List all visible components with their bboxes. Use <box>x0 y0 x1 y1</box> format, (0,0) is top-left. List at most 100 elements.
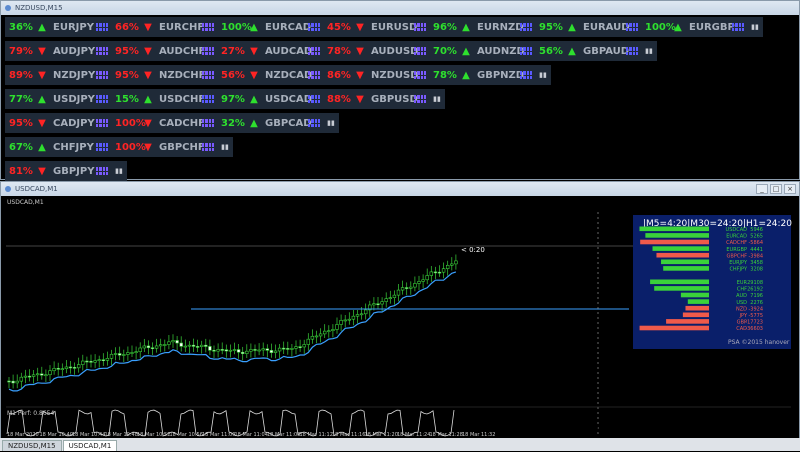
pair-cell[interactable]: 86% ▼ NZDUSD <box>323 70 429 81</box>
pair-cell[interactable]: 89% ▼ NZDJPY <box>5 70 111 81</box>
pair-symbol: USDCAD <box>265 93 313 105</box>
candle-body <box>23 375 28 378</box>
pair-cell[interactable]: 56% ▼ NZDCAD <box>217 70 323 81</box>
bars-icon[interactable]: ▮▮ <box>535 68 551 82</box>
pair-cell[interactable]: 97% ▲ USDCAD <box>217 94 323 105</box>
candle-body <box>171 340 175 343</box>
strength-value: -36603 <box>745 326 763 332</box>
bars-icon[interactable]: ▮▮ <box>323 116 339 130</box>
maximize-button[interactable]: □ <box>770 184 782 194</box>
candle-body <box>200 344 204 347</box>
strength-value: 4441 <box>750 247 763 253</box>
candle-body <box>109 353 114 359</box>
arrow-up-icon: ▲ <box>568 45 576 57</box>
grid-icon <box>202 47 214 55</box>
candle-body <box>35 373 40 376</box>
pair-symbol: EURCHF <box>159 21 205 33</box>
pair-cell[interactable]: 95% ▼ AUDCHF <box>111 46 217 57</box>
pair-cell[interactable]: 78% ▼ AUDUSD <box>323 46 429 57</box>
candle-body <box>384 298 388 302</box>
pair-symbol: AUDCHF <box>159 45 206 57</box>
arrow-down-icon: ▼ <box>38 117 46 129</box>
pair-cell[interactable]: 36% ▲ EURJPY <box>5 22 111 33</box>
grid-icon <box>520 47 532 55</box>
pair-cell[interactable]: 100% ▼ CADCHF <box>111 118 217 129</box>
heatmap-window-titlebar[interactable]: NZDUSD,M15 <box>1 1 799 15</box>
tab-nzdusd-m15[interactable]: NZDUSD,M15 <box>2 440 62 451</box>
candle-body <box>150 347 155 349</box>
strength-label: EURCAD <box>726 234 747 240</box>
pair-percent: 81% <box>9 165 33 177</box>
pair-percent: 97% <box>221 93 245 105</box>
bars-icon[interactable]: ▮▮ <box>641 44 657 58</box>
pair-cell[interactable]: 56% ▲ GBPAUD <box>535 46 641 57</box>
candle-body <box>294 346 298 349</box>
candle-body <box>273 350 278 353</box>
pair-cell[interactable]: 95% ▼ NZDCHF <box>111 70 217 81</box>
pair-cell[interactable]: 66% ▼ EURCHF <box>111 22 217 33</box>
pair-percent: 77% <box>9 93 33 105</box>
pair-cell[interactable]: 100% ▲ EURGBP <box>641 22 747 33</box>
pair-cell[interactable]: 27% ▼ AUDCAD <box>217 46 323 57</box>
strength-bar <box>687 299 709 304</box>
bars-icon[interactable]: ▮▮ <box>747 20 763 34</box>
tab-usdcad-m1[interactable]: USDCAD,M1 <box>62 440 118 451</box>
pair-cell[interactable]: 100% ▲ EURCAD <box>217 22 323 33</box>
candle-body <box>68 366 73 369</box>
pair-cell[interactable]: 95% ▲ EURAUD <box>535 22 641 33</box>
pair-cell[interactable]: 15% ▲ USDCHF <box>111 94 217 105</box>
pair-cell[interactable]: 77% ▲ USDJPY <box>5 94 111 105</box>
candle-body <box>236 349 241 353</box>
arrow-down-icon: ▼ <box>356 93 364 105</box>
pair-percent: 56% <box>221 69 245 81</box>
candle-body <box>445 265 450 269</box>
pair-cell[interactable]: 79% ▼ AUDJPY <box>5 46 111 57</box>
candle-body <box>64 366 69 369</box>
grid-icon <box>520 71 532 79</box>
arrow-down-icon: ▼ <box>144 45 152 57</box>
pair-percent: 27% <box>221 45 245 57</box>
pair-cell[interactable]: 67% ▲ CHFJPY <box>5 142 111 153</box>
arrow-down-icon: ▼ <box>38 69 46 81</box>
candle-body <box>281 347 286 350</box>
candle-body <box>310 335 315 340</box>
pair-symbol: CHFJPY <box>53 141 94 153</box>
candle-body <box>335 324 339 330</box>
bars-icon[interactable]: ▮▮ <box>217 140 233 154</box>
pair-cell[interactable]: 95% ▼ CADJPY <box>5 118 111 129</box>
pair-percent: 95% <box>539 21 563 33</box>
pair-symbol: EURAUD <box>583 21 630 33</box>
chart-window-titlebar[interactable]: USDCAD,M1 _ □ × <box>1 182 799 196</box>
strength-bar <box>639 226 709 232</box>
pair-cell[interactable]: 100% ▼ GBPCHF <box>111 142 217 153</box>
grid-icon <box>96 47 108 55</box>
pair-cell[interactable]: 45% ▼ EURUSD <box>323 22 429 33</box>
bars-icon[interactable]: ▮▮ <box>111 164 127 178</box>
candle-body <box>72 367 77 369</box>
price-chart[interactable]: USDCAD,M1 < 0:20 M1 Perf: 0.8654 18 Mar … <box>1 196 799 438</box>
arrow-down-icon: ▼ <box>38 45 46 57</box>
pair-cell[interactable]: 96% ▲ EURNZD <box>429 22 535 33</box>
candle-body <box>118 353 122 356</box>
grid-icon <box>414 95 426 103</box>
candle-body <box>7 380 11 383</box>
candle-body <box>351 315 356 320</box>
grid-icon <box>96 167 108 175</box>
arrow-down-icon: ▼ <box>38 165 46 177</box>
close-button[interactable]: × <box>784 184 796 194</box>
minimize-button[interactable]: _ <box>756 184 768 194</box>
candle-body <box>85 360 89 363</box>
pair-cell[interactable]: 88% ▼ GBPUSD <box>323 94 429 105</box>
pair-cell[interactable]: 32% ▲ GBPCAD <box>217 118 323 129</box>
bars-icon[interactable]: ▮▮ <box>429 92 445 106</box>
strength-label: CHFJPY <box>729 267 748 273</box>
pair-cell[interactable]: 70% ▲ AUDNZD <box>429 46 535 57</box>
pair-cell[interactable]: 78% ▲ GBPNZD <box>429 70 535 81</box>
pair-cell[interactable]: 81% ▼ GBPJPY <box>5 166 111 177</box>
pair-percent: 45% <box>327 21 351 33</box>
pair-percent: 95% <box>115 45 139 57</box>
arrow-up-icon: ▲ <box>38 93 46 105</box>
candle-body <box>421 279 425 282</box>
candle-body <box>314 335 319 338</box>
pair-symbol: GBPCAD <box>265 117 312 129</box>
